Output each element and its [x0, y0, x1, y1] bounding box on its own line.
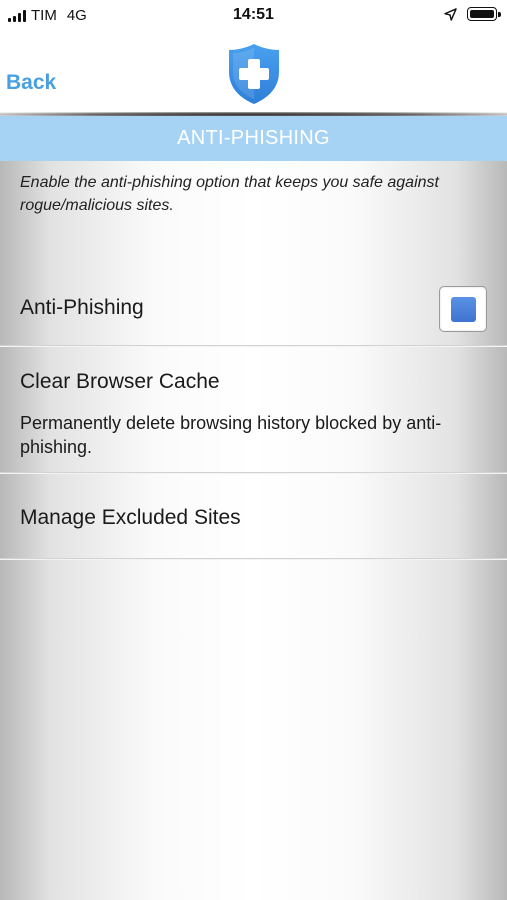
manage-excluded-sites-label: Manage Excluded Sites	[20, 506, 241, 529]
clear-cache-label: Clear Browser Cache	[20, 370, 220, 393]
anti-phishing-row[interactable]: Anti-Phishing	[0, 261, 507, 345]
shield-cross-icon	[229, 44, 279, 104]
clear-cache-description: Permanently delete browsing history bloc…	[20, 413, 442, 457]
status-right	[444, 7, 501, 21]
status-time: 14:51	[233, 6, 274, 23]
settings-content: Enable the anti-phishing option that kee…	[0, 161, 507, 900]
nav-bar: Back	[0, 30, 507, 114]
clear-cache-row[interactable]: Clear Browser Cache Permanently delete b…	[0, 348, 507, 472]
divider	[0, 345, 507, 347]
page-title: ANTI-PHISHING	[0, 116, 507, 161]
status-bar: TIM 4G 14:51	[0, 0, 507, 30]
page-description: Enable the anti-phishing option that kee…	[20, 174, 439, 214]
anti-phishing-label: Anti-Phishing	[20, 296, 144, 319]
location-arrow-icon	[444, 7, 457, 21]
battery-icon	[467, 7, 501, 21]
checkbox-checked-indicator	[451, 297, 476, 322]
divider	[0, 472, 507, 474]
back-button[interactable]: Back	[6, 71, 56, 95]
anti-phishing-checkbox[interactable]	[439, 286, 487, 332]
manage-excluded-sites-row[interactable]: Manage Excluded Sites	[0, 475, 507, 559]
divider	[0, 558, 507, 560]
